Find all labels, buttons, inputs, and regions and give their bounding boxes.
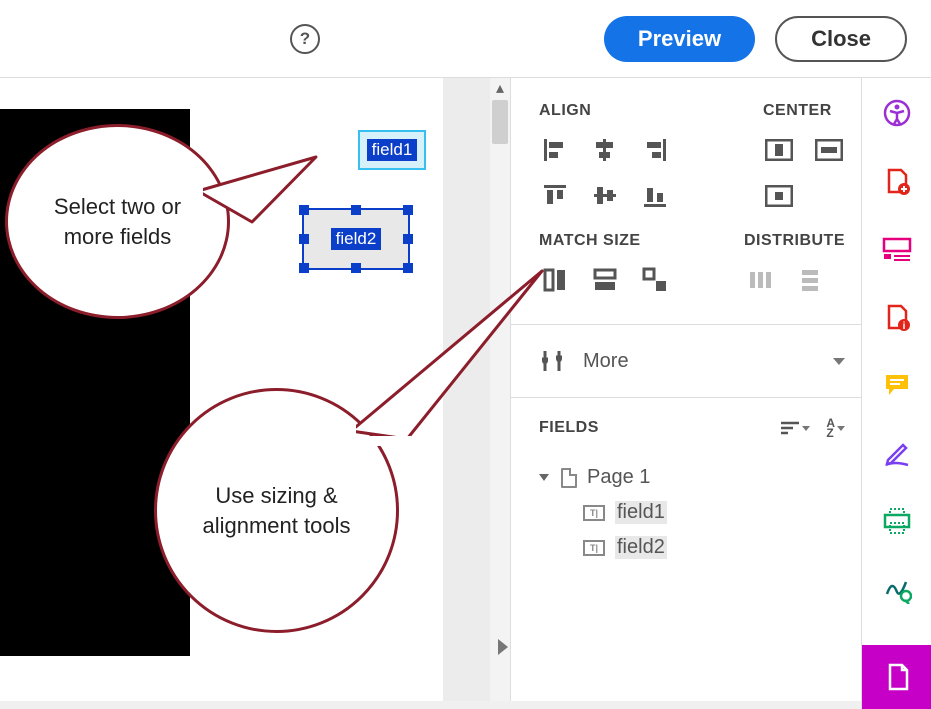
more-label: More bbox=[583, 350, 817, 373]
distribute-title: DISTRIBUTE bbox=[744, 232, 845, 250]
edit-icon[interactable] bbox=[880, 436, 914, 470]
resize-handle[interactable] bbox=[351, 205, 361, 215]
panel-collapse-icon[interactable] bbox=[498, 639, 508, 655]
horizontal-scrollbar[interactable] bbox=[0, 701, 861, 709]
fields-sort-button[interactable]: AZ bbox=[826, 418, 845, 438]
callout-text: Select two or more fields bbox=[8, 192, 227, 251]
organize-pages-icon[interactable] bbox=[880, 232, 914, 266]
more-dropdown[interactable]: More bbox=[539, 339, 845, 383]
panel-divider bbox=[511, 397, 861, 398]
field-label: field1 bbox=[367, 139, 418, 161]
form-field-2-selected[interactable]: field2 bbox=[302, 208, 410, 270]
resize-handle[interactable] bbox=[403, 234, 413, 244]
close-button[interactable]: Close bbox=[775, 16, 907, 62]
create-pdf-icon[interactable] bbox=[880, 164, 914, 198]
tree-field-node[interactable]: T| field2 bbox=[539, 530, 845, 565]
distribute-vertical-icon bbox=[794, 264, 826, 296]
callout-text: Use sizing & alignment tools bbox=[157, 481, 396, 540]
tree-field-node[interactable]: T| field1 bbox=[539, 495, 845, 530]
resize-handle[interactable] bbox=[299, 234, 309, 244]
print-icon[interactable] bbox=[880, 504, 914, 538]
field-name: field2 bbox=[615, 536, 667, 559]
tool-rail: i bbox=[861, 78, 931, 709]
top-toolbar: ? Preview Close bbox=[0, 0, 931, 78]
tree-page-node[interactable]: Page 1 bbox=[539, 460, 845, 495]
align-right-icon[interactable] bbox=[639, 134, 671, 166]
prepare-form-icon[interactable] bbox=[862, 645, 931, 709]
chevron-down-icon bbox=[833, 358, 845, 365]
comment-icon[interactable] bbox=[880, 368, 914, 402]
align-center-h-icon[interactable] bbox=[589, 134, 621, 166]
match-size-title: MATCH SIZE bbox=[539, 232, 684, 250]
properties-panel: ALIGN CENTER MATCH SIZE bbox=[510, 78, 861, 709]
textfield-icon: T| bbox=[583, 505, 605, 521]
align-top-icon[interactable] bbox=[539, 180, 571, 212]
accessibility-icon[interactable] bbox=[880, 96, 914, 130]
fields-section-title: FIELDS bbox=[539, 419, 764, 437]
distribute-horizontal-icon bbox=[744, 264, 776, 296]
help-button[interactable]: ? bbox=[290, 24, 320, 54]
scroll-thumb[interactable] bbox=[492, 100, 508, 144]
sign-icon[interactable] bbox=[880, 572, 914, 606]
center-section-title: CENTER bbox=[763, 102, 845, 120]
page-icon bbox=[561, 468, 577, 488]
fields-filter-button[interactable] bbox=[780, 420, 810, 436]
chevron-down-icon bbox=[837, 426, 845, 431]
pdf-info-icon[interactable]: i bbox=[880, 300, 914, 334]
center-both-icon[interactable] bbox=[763, 180, 795, 212]
match-height-icon[interactable] bbox=[589, 264, 621, 296]
field-name: field1 bbox=[615, 501, 667, 524]
center-vertical-icon[interactable] bbox=[813, 134, 845, 166]
callout-use-tools: Use sizing & alignment tools bbox=[154, 388, 399, 633]
field-label: field2 bbox=[331, 228, 382, 250]
fields-tree: Page 1 T| field1 T| field2 bbox=[539, 460, 845, 565]
callout-select-fields: Select two or more fields bbox=[5, 124, 230, 319]
resize-handle[interactable] bbox=[299, 263, 309, 273]
svg-text:i: i bbox=[902, 321, 905, 331]
center-horizontal-icon[interactable] bbox=[763, 134, 795, 166]
form-field-1[interactable]: field1 bbox=[358, 130, 426, 170]
panel-divider bbox=[511, 324, 861, 325]
align-bottom-icon[interactable] bbox=[639, 180, 671, 212]
preview-button[interactable]: Preview bbox=[604, 16, 755, 62]
page-label: Page 1 bbox=[587, 466, 650, 489]
align-left-icon[interactable] bbox=[539, 134, 571, 166]
chevron-down-icon bbox=[802, 426, 810, 431]
expander-icon[interactable] bbox=[539, 474, 549, 481]
align-middle-v-icon[interactable] bbox=[589, 180, 621, 212]
align-section-title: ALIGN bbox=[539, 102, 703, 120]
match-both-icon[interactable] bbox=[639, 264, 671, 296]
resize-handle[interactable] bbox=[403, 205, 413, 215]
textfield-icon: T| bbox=[583, 540, 605, 556]
scroll-up-icon[interactable]: ▴ bbox=[490, 78, 510, 98]
